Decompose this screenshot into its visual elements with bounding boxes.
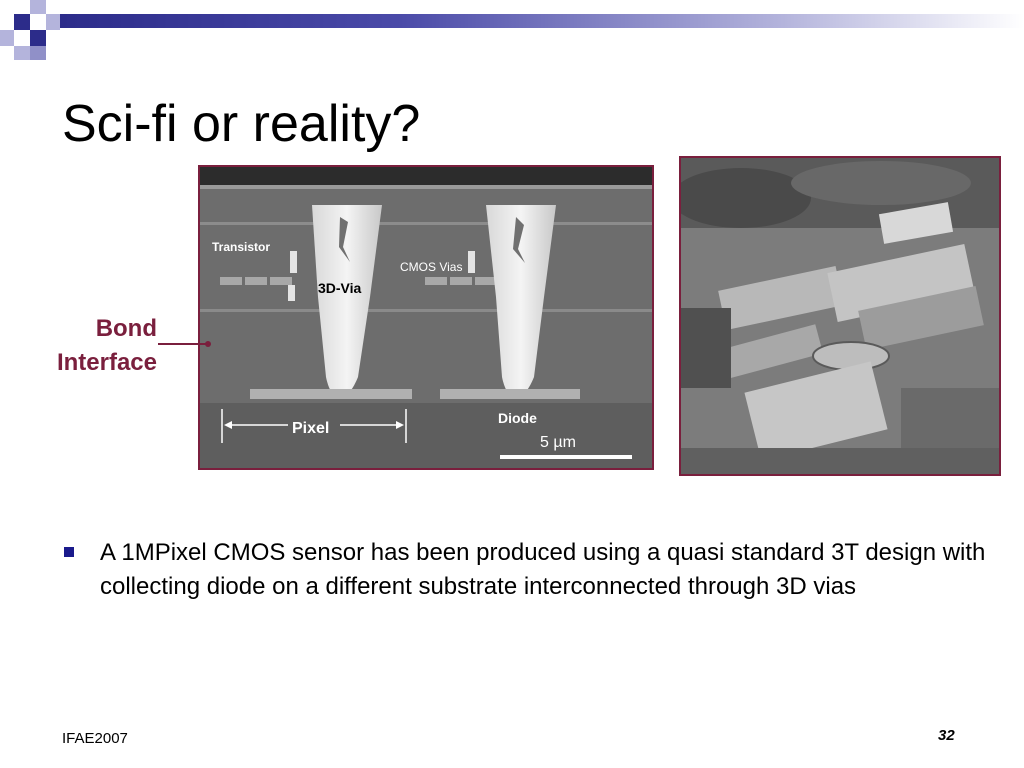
bond-interface-line1: Bond — [95, 315, 157, 342]
pixel-label: Pixel — [292, 420, 329, 437]
cmos-vias-label: CMOS Vias — [400, 260, 462, 274]
footer-left: IFAE2007 — [62, 730, 128, 747]
transistor-label: Transistor — [212, 240, 270, 254]
bond-interface-leader — [158, 341, 211, 347]
corner-square-7 — [30, 46, 46, 60]
scale-label: 5 µm — [540, 434, 576, 451]
aerial-photo — [679, 156, 1001, 476]
diode-label: Diode — [498, 410, 537, 426]
corner-square-3 — [46, 14, 60, 30]
corner-square-1 — [14, 14, 30, 30]
bond-interface-line2: Interface — [56, 349, 157, 376]
corner-square-4 — [0, 30, 14, 46]
via-3d-label: 3D-Via — [318, 280, 362, 296]
corner-square-5 — [30, 30, 46, 46]
corner-square-6 — [14, 46, 30, 60]
bullet-text: A 1MPixel CMOS sensor has been produced … — [100, 539, 986, 600]
slide-title: Sci-fi or reality? — [62, 95, 421, 153]
corner-square-2 — [30, 0, 46, 14]
page-number: 32 — [938, 727, 955, 744]
bond-interface-label: Bond Interface — [30, 312, 157, 380]
title-rule — [60, 14, 1024, 28]
bullet-marker — [64, 547, 74, 557]
cross-section-image: Transistor 3D-Via CMOS Vias Pixel Diode … — [198, 165, 654, 470]
